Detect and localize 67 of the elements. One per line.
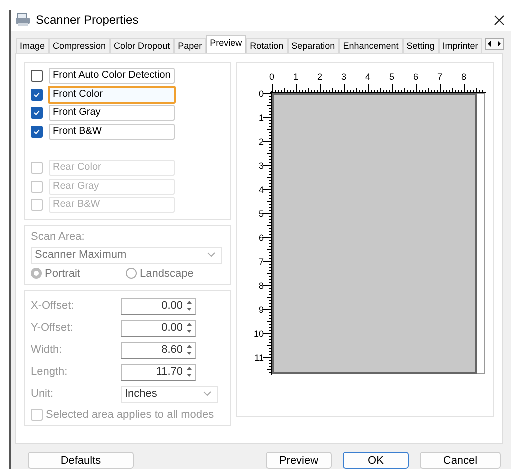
tab[interactable]: Color Dropout [110, 38, 174, 53]
tab[interactable]: Separation [288, 38, 340, 53]
field-label: Length: [31, 366, 69, 378]
ruler-label: 6 [258, 233, 264, 243]
checkbox[interactable] [31, 126, 43, 138]
field-label: Width: [31, 344, 64, 356]
ruler-label: 2 [258, 137, 264, 147]
checkmark-icon [33, 90, 41, 99]
number-field[interactable]: 11.70 [121, 364, 196, 380]
scan-area-dropdown[interactable]: Scanner Maximum [31, 246, 222, 264]
field-label: X-Offset: [31, 300, 76, 312]
dialog-button[interactable]: OK [343, 452, 409, 469]
checkbox-label: Selected area applies to all modes [46, 408, 214, 420]
mode-field[interactable]: Front B&W [49, 124, 175, 140]
ruler-label: 9 [258, 305, 264, 315]
ruler-label: 6 [414, 72, 418, 82]
radio-option[interactable]: Landscape [126, 268, 221, 280]
checkbox[interactable] [31, 88, 43, 101]
close-icon[interactable] [494, 14, 505, 26]
tab[interactable]: Paper [174, 38, 206, 53]
ruler-label: 3 [258, 161, 264, 171]
mode-field: Rear B&W [49, 197, 175, 214]
ruler-label: 10 [254, 329, 264, 339]
tab[interactable]: Rotation [246, 38, 288, 53]
unit-label: Unit: [31, 388, 55, 400]
ruler-label: 7 [258, 257, 264, 267]
ruler-label: 4 [366, 72, 370, 82]
checkmark-icon [33, 128, 41, 136]
mode-field: Rear Color [49, 160, 175, 176]
mode-field[interactable]: Front Auto Color Detection [49, 68, 175, 84]
ruler-label: 4 [258, 185, 264, 195]
dialog-button[interactable]: Defaults [28, 452, 134, 469]
ruler-label: 8 [258, 281, 264, 291]
ruler-label: 3 [342, 72, 346, 82]
ruler-label: 11 [254, 353, 264, 363]
ruler-label: 0 [270, 72, 274, 82]
ruler-label: 1 [294, 72, 298, 82]
number-field[interactable]: 0.00 [121, 320, 196, 336]
tab[interactable]: Imprinter [438, 38, 482, 53]
tab[interactable]: Compression [49, 38, 110, 53]
ruler-label: 8 [462, 72, 466, 82]
unit-dropdown[interactable]: Inches [121, 386, 218, 402]
number-field[interactable]: 0.00 [121, 298, 196, 314]
radio-option[interactable]: Portrait [31, 268, 126, 280]
window-title: Scanner Properties [36, 13, 139, 28]
mode-field[interactable]: Front Color [48, 86, 176, 104]
checkmark-icon [33, 109, 41, 118]
scan-area-label: Scan Area: [31, 230, 86, 242]
tab[interactable]: Enhancement [339, 38, 403, 53]
tab[interactable]: Image [16, 38, 50, 53]
dialog-button[interactable]: Cancel [420, 452, 501, 469]
checkbox[interactable] [31, 107, 43, 120]
ruler-label: 7 [438, 72, 442, 82]
tab[interactable]: Setting [402, 38, 439, 53]
mode-field: Rear Gray [49, 178, 175, 195]
number-field[interactable]: 8.60 [121, 342, 196, 358]
right-arrow-icon[interactable] [495, 40, 504, 48]
ruler-label: 5 [258, 209, 264, 219]
mode-field[interactable]: Front Gray [49, 105, 175, 122]
field-label: Y-Offset: [31, 322, 74, 334]
tab[interactable]: Preview [206, 35, 246, 53]
dialog-button[interactable]: Preview [266, 452, 332, 469]
ruler-label: 2 [318, 72, 322, 82]
ruler-label: 1 [258, 113, 264, 123]
ruler-label: 5 [390, 72, 394, 82]
printer-icon [15, 13, 31, 28]
checkbox[interactable] [31, 70, 43, 82]
